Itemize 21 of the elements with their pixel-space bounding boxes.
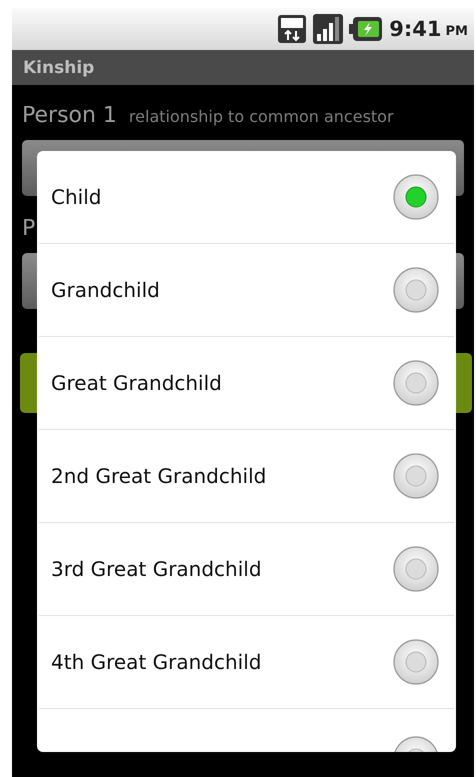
option-label[interactable]: 4th Great Grandchild bbox=[51, 650, 262, 674]
battery-charging-icon bbox=[349, 16, 384, 42]
radio-button[interactable] bbox=[393, 267, 439, 313]
option-label[interactable]: 3rd Great Grandchild bbox=[51, 557, 262, 581]
signal-icon bbox=[313, 14, 344, 44]
3g-data-icon bbox=[277, 14, 308, 44]
person-label: Person 1 bbox=[22, 103, 117, 128]
option-label[interactable]: 2nd Great Grandchild bbox=[51, 464, 266, 488]
radio-button[interactable] bbox=[393, 360, 439, 406]
clock-time: 9:41 bbox=[389, 17, 442, 41]
radio-button[interactable] bbox=[393, 546, 439, 592]
radio-button[interactable] bbox=[393, 639, 439, 685]
option-label[interactable]: Grandchild bbox=[51, 278, 160, 302]
option-label[interactable]: Child bbox=[51, 185, 102, 209]
radio-button[interactable] bbox=[393, 174, 439, 220]
person-hint: relationship to common ancestor bbox=[128, 107, 394, 126]
person-label: P bbox=[22, 216, 36, 241]
radio-button[interactable] bbox=[393, 453, 439, 499]
option-label[interactable]: Great Grandchild bbox=[51, 371, 222, 395]
clock-meridiem: PM bbox=[446, 24, 468, 38]
app-title: Kinship bbox=[23, 58, 94, 78]
